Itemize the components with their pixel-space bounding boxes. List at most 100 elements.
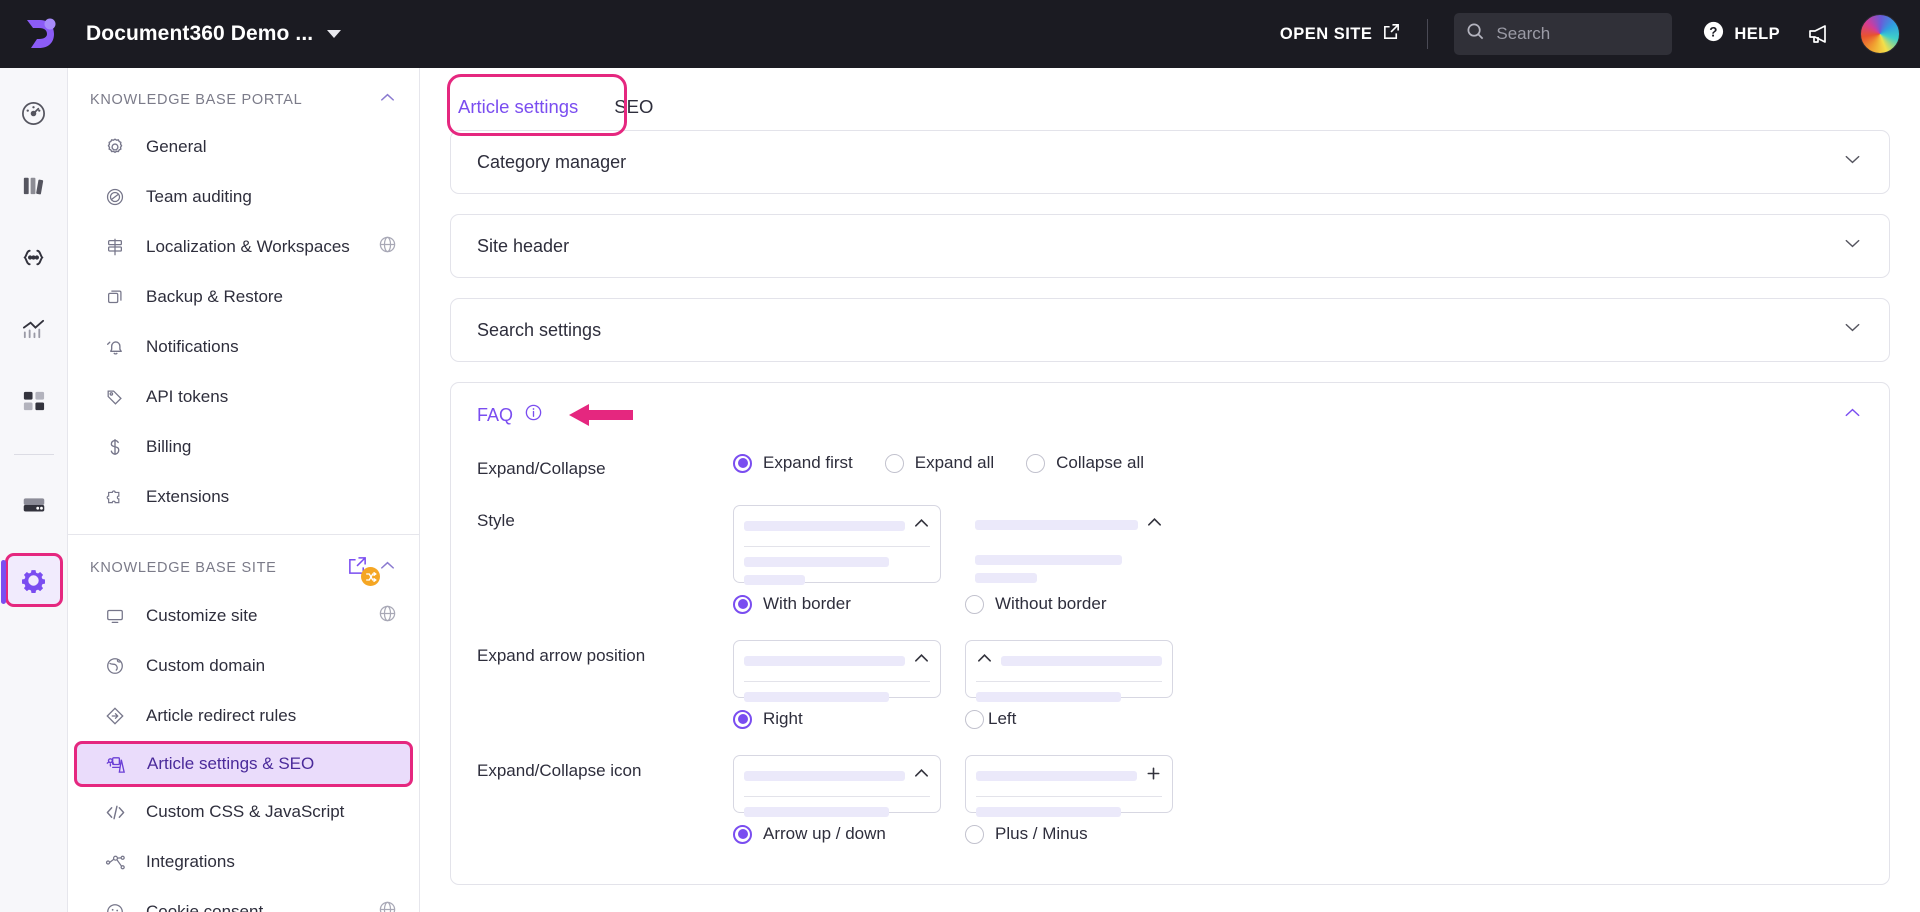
drive-icon[interactable] bbox=[11, 481, 57, 527]
panel-search-settings[interactable]: Search settings bbox=[450, 298, 1890, 362]
globe-domain-icon bbox=[104, 655, 126, 677]
analytics-icon[interactable] bbox=[11, 306, 57, 352]
choice-plus-minus[interactable]: Plus / Minus bbox=[965, 755, 1173, 844]
sidebar-item-integrations[interactable]: Integrations bbox=[68, 837, 419, 887]
chevron-down-icon[interactable] bbox=[1842, 317, 1863, 343]
sidebar-item-notifications[interactable]: Notifications bbox=[68, 322, 419, 372]
sidebar-item-label: Billing bbox=[146, 437, 192, 456]
setting-label: Expand arrow position bbox=[477, 646, 646, 665]
chevron-down-icon[interactable] bbox=[1842, 233, 1863, 259]
api-documentation-icon[interactable] bbox=[11, 234, 57, 280]
chevron-down-icon[interactable] bbox=[1842, 149, 1863, 175]
panel-site-header[interactable]: Site header bbox=[450, 214, 1890, 278]
sidebar-item-custom-domain[interactable]: Custom domain bbox=[68, 641, 419, 691]
nav-group-header-site[interactable]: KNOWLEDGE BASE SITE bbox=[68, 535, 419, 591]
svg-text:?: ? bbox=[1710, 24, 1719, 39]
preview-card bbox=[965, 505, 1173, 583]
faq-panel-header[interactable]: FAQ bbox=[451, 383, 1889, 447]
megaphone-icon[interactable] bbox=[1806, 21, 1832, 47]
panel-title: Site header bbox=[477, 235, 570, 256]
radio-dot[interactable] bbox=[733, 594, 752, 614]
radio-expand-all[interactable]: Expand all bbox=[884, 453, 994, 473]
header-divider bbox=[1427, 19, 1429, 49]
radio-collapse-all[interactable]: Collapse all bbox=[1026, 453, 1144, 473]
sidebar-item-label: Extensions bbox=[146, 487, 230, 506]
setting-expand-collapse-icon: Expand/Collapse icon Arrow up / down Plu… bbox=[477, 755, 1863, 844]
question-mark-icon: ? bbox=[1702, 20, 1725, 48]
bell-icon bbox=[104, 336, 126, 358]
radio-dot[interactable] bbox=[965, 709, 984, 729]
choice-arrow-left[interactable]: Left bbox=[965, 640, 1173, 729]
chevron-up-icon[interactable] bbox=[378, 88, 397, 112]
sidebar-item-label: Custom CSS & JavaScript bbox=[146, 802, 345, 821]
sidebar-item-billing[interactable]: Billing bbox=[68, 422, 419, 472]
sidebar-item-backup-restore[interactable]: Backup & Restore bbox=[68, 272, 419, 322]
sidebar-item-label: Cookie consent bbox=[146, 902, 264, 912]
choice-arrow-right[interactable]: Right bbox=[733, 640, 941, 729]
chevron-up-icon[interactable] bbox=[378, 556, 397, 580]
radio-expand-first[interactable]: Expand first bbox=[733, 453, 853, 473]
radio-dot[interactable] bbox=[965, 594, 984, 614]
panel-category-manager[interactable]: Category manager bbox=[450, 130, 1890, 194]
chevron-down-icon[interactable] bbox=[327, 30, 342, 38]
choice-label-text: Plus / Minus bbox=[995, 824, 1088, 843]
setting-expand-arrow-position: Expand arrow position Right Left bbox=[477, 640, 1863, 729]
sidebar-item-article-redirect-rules[interactable]: Article redirect rules bbox=[68, 691, 419, 741]
dollar-icon bbox=[104, 436, 126, 458]
radio-dot[interactable] bbox=[884, 453, 904, 473]
backup-icon bbox=[104, 286, 126, 308]
sidebar-item-general[interactable]: General bbox=[68, 122, 419, 172]
avatar[interactable] bbox=[1860, 14, 1900, 54]
tab-seo[interactable]: SEO bbox=[596, 96, 671, 130]
sidebar-item-label: Article settings & SEO bbox=[147, 754, 315, 773]
choice-label-text: Without border bbox=[995, 594, 1107, 613]
sidebar-item-label: API tokens bbox=[146, 387, 229, 406]
help-label: HELP bbox=[1734, 24, 1780, 43]
radio-dot[interactable] bbox=[733, 709, 752, 729]
globe-icon bbox=[378, 604, 397, 628]
sidebar-item-label: General bbox=[146, 137, 207, 156]
setting-label: Style bbox=[477, 511, 515, 530]
nav-group-header-portal[interactable]: KNOWLEDGE BASE PORTAL bbox=[68, 68, 419, 122]
help-button[interactable]: ? HELP bbox=[1702, 20, 1780, 48]
choice-label-text: Left bbox=[988, 709, 1017, 728]
sidebar-item-label: Custom domain bbox=[146, 656, 266, 675]
gear-icon bbox=[104, 136, 126, 158]
radio-dot[interactable] bbox=[733, 824, 752, 844]
choice-arrow-up-down[interactable]: Arrow up / down bbox=[733, 755, 941, 844]
radio-dot[interactable] bbox=[1026, 453, 1046, 473]
sidebar-item-api-tokens[interactable]: API tokens bbox=[68, 372, 419, 422]
globe-icon bbox=[378, 900, 397, 912]
sidebar-item-extensions[interactable]: Extensions bbox=[68, 472, 419, 522]
document360-logo[interactable] bbox=[18, 11, 64, 57]
settings-gear-icon[interactable] bbox=[0, 553, 63, 607]
nav-group-title: KNOWLEDGE BASE PORTAL bbox=[90, 92, 303, 108]
sidebar-item-localization-workspaces[interactable]: Localization & Workspaces bbox=[68, 222, 419, 272]
documentation-icon[interactable] bbox=[11, 162, 57, 208]
sidebar-item-team-auditing[interactable]: Team auditing bbox=[68, 172, 419, 222]
choice-with-border[interactable]: With border bbox=[733, 505, 941, 614]
search-placeholder: Search bbox=[1496, 24, 1551, 43]
widgets-icon[interactable] bbox=[11, 378, 57, 424]
choice-without-border[interactable]: Without border bbox=[965, 505, 1173, 614]
radio-dot[interactable] bbox=[965, 824, 984, 844]
sidebar-item-custom-css-javascript[interactable]: Custom CSS & JavaScript bbox=[68, 787, 419, 837]
panel-title: Category manager bbox=[477, 151, 627, 172]
choice-label-text: Arrow up / down bbox=[763, 824, 886, 843]
sidebar-item-cookie-consent[interactable]: Cookie consent bbox=[68, 887, 419, 912]
choice-label-text: Right bbox=[763, 709, 803, 728]
dashboard-icon[interactable] bbox=[11, 90, 57, 136]
tag-icon bbox=[104, 386, 126, 408]
sidebar-item-label: Team auditing bbox=[146, 187, 252, 206]
info-icon[interactable] bbox=[524, 403, 543, 427]
panel-faq: FAQ Expand/Collapse Expand first Expand … bbox=[450, 382, 1890, 885]
sidebar-item-article-settings-seo[interactable]: Article settings & SEO bbox=[74, 741, 413, 787]
tab-article-settings[interactable]: Article settings bbox=[440, 96, 596, 130]
search-input[interactable]: Search bbox=[1454, 13, 1673, 55]
open-site-button[interactable]: OPEN SITE bbox=[1280, 22, 1402, 46]
sidebar-item-label: Notifications bbox=[146, 337, 239, 356]
setting-style: Style With border Without border bbox=[477, 505, 1863, 614]
sidebar-item-customize-site[interactable]: Customize site bbox=[68, 591, 419, 641]
chevron-up-icon[interactable] bbox=[1842, 402, 1863, 428]
radio-dot[interactable] bbox=[733, 453, 752, 473]
